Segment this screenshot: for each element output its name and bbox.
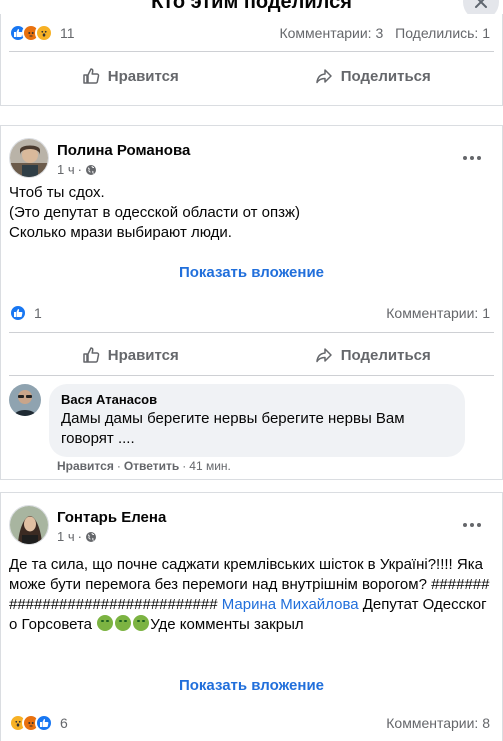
- separator: ·: [116, 459, 121, 473]
- post-header: Гонтарь Елена 1 ч ·: [9, 505, 490, 549]
- share-arrow-icon: [315, 69, 332, 84]
- comments-count-link[interactable]: Комментарии: 1: [386, 305, 490, 321]
- comment-time[interactable]: 41 мин.: [189, 459, 231, 473]
- comment-actions: Нравится · Ответить · 41 мин.: [57, 459, 231, 473]
- share-button[interactable]: Поделиться: [252, 56, 495, 96]
- thumbs-up-icon: [82, 68, 100, 84]
- separator: ·: [182, 459, 187, 473]
- comment-reply-link[interactable]: Ответить: [124, 459, 179, 473]
- original-post-card: 11 Комментарии: 3 Поделились: 1 Нравится…: [0, 14, 503, 106]
- commenter-avatar[interactable]: [9, 384, 41, 416]
- shared-post-card: Полина Романова 1 ч · Чтоб ты сдох. (Это…: [0, 125, 503, 480]
- divider: [9, 375, 494, 376]
- post-text: Де та сила, що почне саджати кремлівськи…: [9, 555, 490, 635]
- divider: [9, 332, 494, 333]
- comments-count-link[interactable]: Комментарии: 3: [279, 25, 383, 41]
- like-reaction-icon: [35, 714, 53, 732]
- close-button[interactable]: [463, 0, 499, 14]
- post-stats: 1 Комментарии: 1: [9, 304, 490, 322]
- post-actions: Нравится Поделиться: [9, 335, 494, 375]
- globe-icon: [85, 164, 96, 175]
- shares-dialog: Кто этим поделился 11 Комментарии: 3 Под…: [0, 0, 503, 741]
- post-text: Чтоб ты сдох. (Это депутат в одесской об…: [9, 184, 301, 241]
- show-attachment-link[interactable]: Показать вложение: [1, 264, 502, 281]
- post-counts: Комментарии: 8: [386, 715, 490, 731]
- post-time[interactable]: 1 ч: [57, 529, 75, 544]
- share-arrow-icon: [315, 348, 332, 363]
- divider: [9, 51, 494, 52]
- share-label: Поделиться: [340, 67, 431, 85]
- comment-bubble: Вася Атанасов Дамы дамы берегите нервы б…: [49, 384, 465, 457]
- post-stats: 6 Комментарии: 8: [9, 714, 490, 732]
- globe-icon: [85, 531, 96, 542]
- share-button[interactable]: Поделиться: [252, 335, 495, 375]
- thumbs-up-icon: [82, 347, 100, 363]
- dialog-title: Кто этим поделился: [151, 0, 352, 13]
- post-header: Полина Романова 1 ч ·: [9, 138, 490, 182]
- like-label: Нравится: [107, 346, 179, 364]
- post-actions: Нравится Поделиться: [9, 56, 494, 96]
- shares-count-link[interactable]: Поделились: 1: [395, 25, 490, 41]
- reactions-summary[interactable]: 6: [9, 714, 68, 732]
- nauseated-face-emoji: [115, 615, 132, 631]
- author-name[interactable]: Полина Романова: [57, 142, 190, 159]
- dialog-header: Кто этим поделился: [0, 0, 503, 14]
- show-attachment-link[interactable]: Показать вложение: [1, 677, 502, 694]
- reactions-summary[interactable]: 1: [9, 304, 42, 322]
- reaction-count: 11: [60, 25, 75, 41]
- nauseated-face-emoji: [133, 615, 150, 631]
- reaction-count: 1: [34, 305, 42, 321]
- post-time[interactable]: 1 ч: [57, 162, 75, 177]
- more-options-button[interactable]: [458, 144, 486, 172]
- mention-link[interactable]: Марина Михайлова: [222, 596, 359, 613]
- comments-count-link[interactable]: Комментарии: 8: [386, 715, 490, 731]
- like-reaction-icon: [9, 304, 27, 322]
- commenter-name[interactable]: Вася Атанасов: [61, 392, 453, 407]
- meta-separator: ·: [77, 529, 82, 544]
- post-meta: 1 ч ·: [57, 162, 97, 177]
- share-label: Поделиться: [340, 346, 431, 364]
- author-avatar[interactable]: [9, 138, 49, 178]
- post-counts: Комментарии: 1: [386, 305, 490, 321]
- wow-reaction-icon: [35, 24, 53, 42]
- comment-text: Дамы дамы берегите нервы берегите нервы …: [61, 410, 405, 447]
- shared-post-card: Гонтарь Елена 1 ч · Де та сила, що почне…: [0, 492, 503, 741]
- post-stats: 11 Комментарии: 3 Поделились: 1: [9, 24, 490, 42]
- post-meta: 1 ч ·: [57, 529, 97, 544]
- meta-separator: ·: [77, 162, 82, 177]
- like-label: Нравится: [107, 67, 179, 85]
- reactions-summary[interactable]: 11: [9, 24, 75, 42]
- author-avatar[interactable]: [9, 505, 49, 545]
- post-text-end: Уде комменты закрыл: [150, 616, 304, 633]
- post-counts: Комментарии: 3 Поделились: 1: [279, 25, 490, 41]
- like-button[interactable]: Нравится: [9, 56, 252, 96]
- close-icon: [475, 0, 487, 8]
- like-button[interactable]: Нравится: [9, 335, 252, 375]
- comment-like-link[interactable]: Нравится: [57, 459, 114, 473]
- author-name[interactable]: Гонтарь Елена: [57, 509, 166, 526]
- nauseated-face-emoji: [97, 615, 114, 631]
- reaction-count: 6: [60, 715, 68, 731]
- more-options-button[interactable]: [458, 511, 486, 539]
